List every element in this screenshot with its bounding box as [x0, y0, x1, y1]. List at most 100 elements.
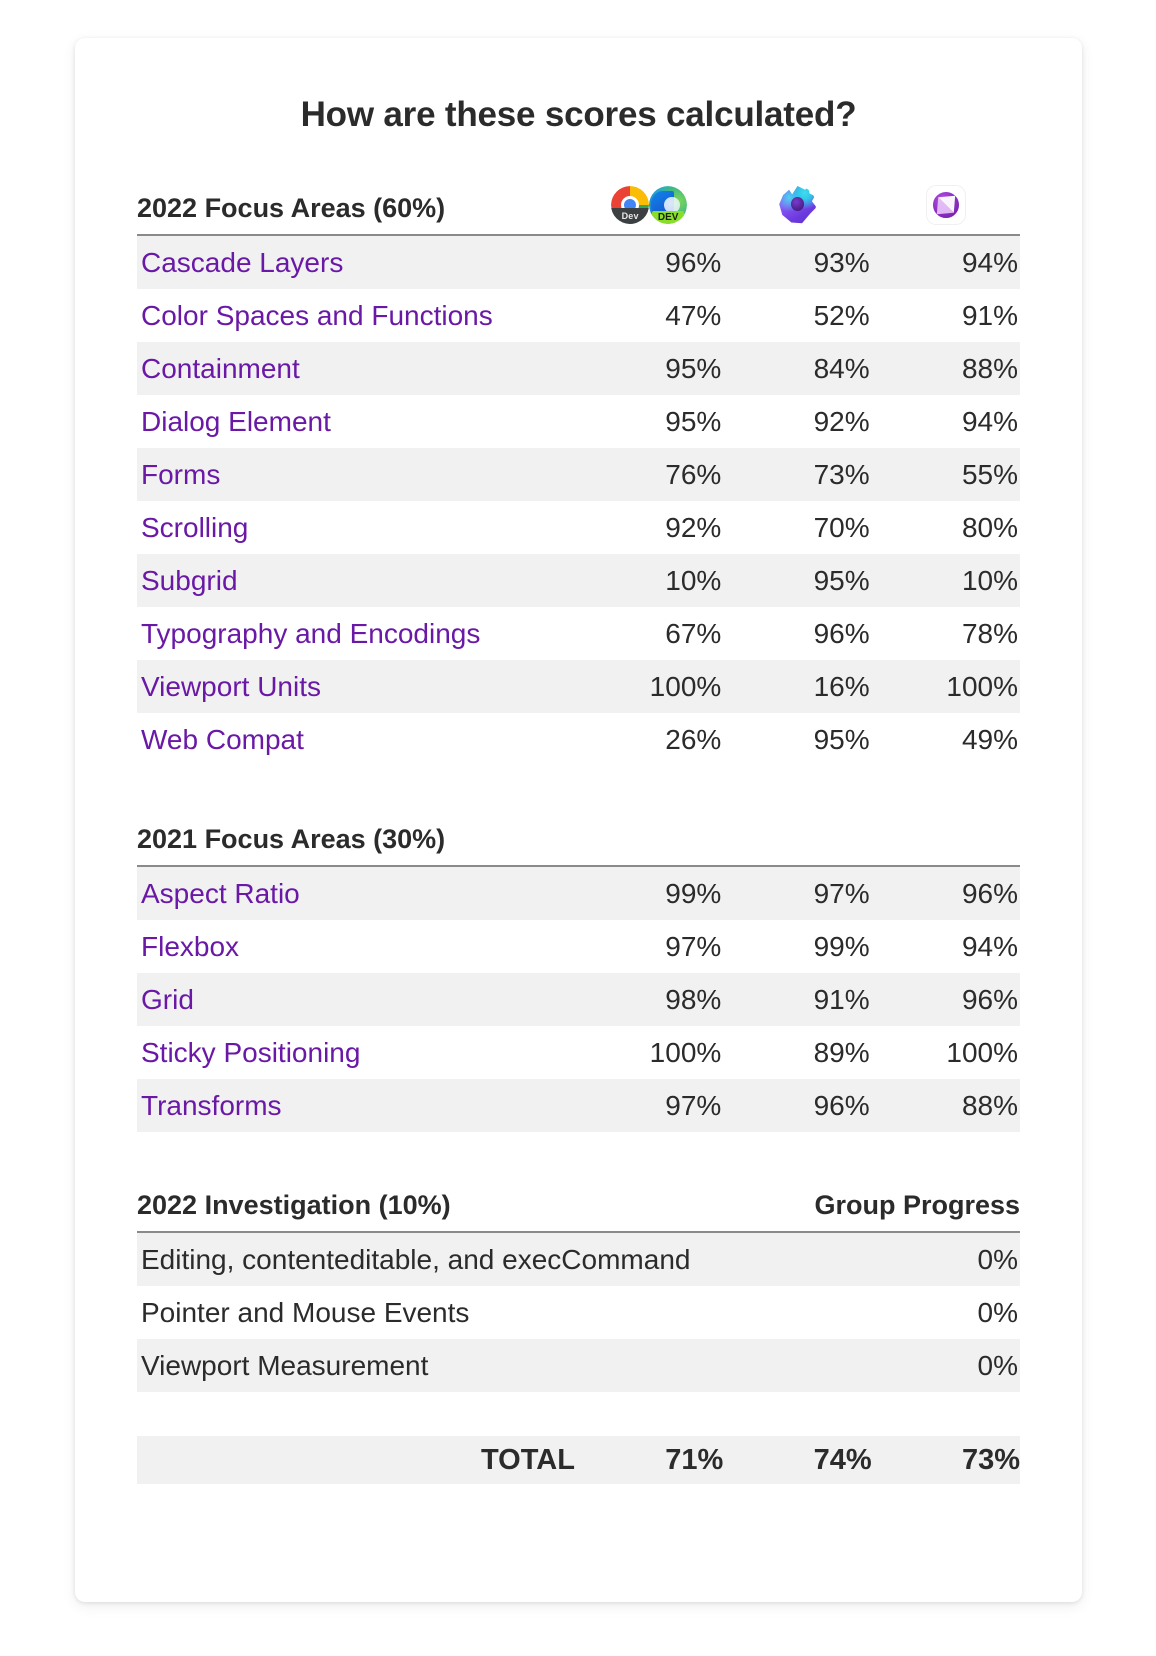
score-cell-chrome: 67%: [574, 607, 724, 660]
score-cell-firefox: 93%: [723, 235, 872, 289]
feature-link[interactable]: Web Compat: [141, 724, 304, 755]
safari-icon-wrap: [872, 186, 1020, 224]
score-cell-firefox: 97%: [723, 866, 872, 920]
score-cell-firefox: 70%: [723, 501, 872, 554]
feature-link[interactable]: Dialog Element: [141, 406, 331, 437]
group-progress-cell: 0%: [723, 1286, 1020, 1339]
table-row: Typography and Encodings 67% 96% 78%: [137, 607, 1020, 660]
row-label-cell: Dialog Element: [137, 395, 575, 448]
section-heading-2022-investigation: 2022 Investigation (10%): [137, 1190, 575, 1233]
feature-link[interactable]: Aspect Ratio: [141, 878, 300, 909]
score-cell-safari: 100%: [871, 660, 1020, 713]
score-cell-safari: 94%: [871, 395, 1020, 448]
safari-technology-preview-icon: [926, 186, 965, 224]
row-label-cell: Forms: [137, 448, 575, 501]
total-row: TOTAL 71% 74% 73%: [137, 1436, 1020, 1485]
score-cell-chrome: 95%: [574, 395, 724, 448]
feature-link[interactable]: Color Spaces and Functions: [141, 300, 493, 331]
score-cell-firefox: 96%: [723, 607, 872, 660]
row-label-cell: Editing, contenteditable, and execComman…: [137, 1232, 724, 1286]
row-label-cell: Color Spaces and Functions: [137, 289, 575, 342]
score-cell-chrome: 10%: [574, 554, 724, 607]
feature-link[interactable]: Typography and Encodings: [141, 618, 480, 649]
table-row: Grid 98% 91% 96%: [137, 973, 1020, 1026]
focus-areas-2022-body: Cascade Layers 96% 93% 94% Color Spaces …: [137, 235, 1020, 766]
row-label-cell: Scrolling: [137, 501, 575, 554]
edge-dev-icon: DEV: [649, 186, 688, 224]
score-cell-firefox: 95%: [723, 713, 872, 766]
score-cell-firefox: 96%: [723, 1079, 872, 1132]
group-progress-cell: 0%: [723, 1232, 1020, 1286]
table-header: 2022 Focus Areas (60%) Dev DEV: [137, 186, 1020, 236]
score-cell-chrome: 99%: [574, 866, 724, 920]
score-cell-chrome: 95%: [574, 342, 724, 395]
total-firefox: 74%: [723, 1436, 872, 1485]
feature-link[interactable]: Grid: [141, 984, 194, 1015]
section-heading-2022-focus: 2022 Focus Areas (60%): [137, 186, 575, 236]
feature-link[interactable]: Viewport Units: [141, 671, 321, 702]
score-cell-firefox: 84%: [723, 342, 872, 395]
score-cell-firefox: 73%: [723, 448, 872, 501]
focus-areas-2022-table: 2022 Focus Areas (60%) Dev DEV Cascade L…: [137, 186, 1020, 766]
feature-link[interactable]: Transforms: [141, 1090, 282, 1121]
table-row: Editing, contenteditable, and execComman…: [137, 1232, 1020, 1286]
group-progress-heading: Group Progress: [574, 1190, 1020, 1233]
feature-link[interactable]: Flexbox: [141, 931, 239, 962]
row-label-cell: Grid: [137, 973, 575, 1026]
row-label-cell: Containment: [137, 342, 575, 395]
total-chrome: 71%: [574, 1436, 724, 1485]
row-label-cell: Aspect Ratio: [137, 866, 575, 920]
score-cell-chrome: 96%: [574, 235, 724, 289]
browser-column-chrome-edge-dev: Dev DEV: [574, 186, 724, 236]
section-heading-2021-focus: 2021 Focus Areas (30%): [137, 824, 575, 867]
score-cell-safari: 88%: [871, 342, 1020, 395]
table-row: Aspect Ratio 99% 97% 96%: [137, 866, 1020, 920]
score-cell-safari: 96%: [871, 866, 1020, 920]
total-safari: 73%: [871, 1436, 1020, 1485]
score-cell-safari: 55%: [871, 448, 1020, 501]
score-cell-safari: 88%: [871, 1079, 1020, 1132]
score-cell-chrome: 100%: [574, 1026, 724, 1079]
row-label-cell: Typography and Encodings: [137, 607, 575, 660]
feature-link[interactable]: Containment: [141, 353, 300, 384]
score-cell-firefox: 16%: [723, 660, 872, 713]
edge-dev-badge-label: DEV: [657, 212, 679, 224]
row-label-cell: Subgrid: [137, 554, 575, 607]
score-cell-chrome: 98%: [574, 973, 724, 1026]
score-cell-safari: 91%: [871, 289, 1020, 342]
card-content: How are these scores calculated? 2022 Fo…: [75, 38, 1082, 1524]
row-label-cell: Sticky Positioning: [137, 1026, 575, 1079]
score-cell-chrome: 97%: [574, 920, 724, 973]
feature-link[interactable]: Sticky Positioning: [141, 1037, 360, 1068]
feature-link[interactable]: Cascade Layers: [141, 247, 343, 278]
focus-areas-2021-table: 2021 Focus Areas (30%) Aspect Ratio 99% …: [137, 824, 1020, 1132]
score-cell-safari: 49%: [871, 713, 1020, 766]
score-cell-safari: 10%: [871, 554, 1020, 607]
score-cell-firefox: 95%: [723, 554, 872, 607]
score-cell-chrome: 76%: [574, 448, 724, 501]
score-cell-firefox: 52%: [723, 289, 872, 342]
score-cell-chrome: 47%: [574, 289, 724, 342]
score-cell-chrome: 92%: [574, 501, 724, 554]
feature-link[interactable]: Subgrid: [141, 565, 238, 596]
row-label-cell: Flexbox: [137, 920, 575, 973]
table-header: 2021 Focus Areas (30%): [137, 824, 1020, 867]
feature-link[interactable]: Scrolling: [141, 512, 248, 543]
score-cell-chrome: 97%: [574, 1079, 724, 1132]
score-cell-safari: 96%: [871, 973, 1020, 1026]
feature-link[interactable]: Forms: [141, 459, 220, 490]
browser-column-safari: [871, 186, 1020, 236]
focus-areas-2021-body: Aspect Ratio 99% 97% 96% Flexbox 97% 99%…: [137, 866, 1020, 1132]
row-label-cell: Transforms: [137, 1079, 575, 1132]
table-row: Forms 76% 73% 55%: [137, 448, 1020, 501]
score-cell-safari: 100%: [871, 1026, 1020, 1079]
row-label-cell: Pointer and Mouse Events: [137, 1286, 724, 1339]
chrome-dev-badge-label: Dev: [621, 211, 639, 222]
table-row: Sticky Positioning 100% 89% 100%: [137, 1026, 1020, 1079]
chrome-dev-icon: Dev: [611, 186, 650, 224]
header-row: 2022 Focus Areas (60%) Dev DEV: [137, 186, 1020, 236]
header-row: 2022 Investigation (10%) Group Progress: [137, 1190, 1020, 1233]
group-progress-cell: 0%: [723, 1339, 1020, 1392]
